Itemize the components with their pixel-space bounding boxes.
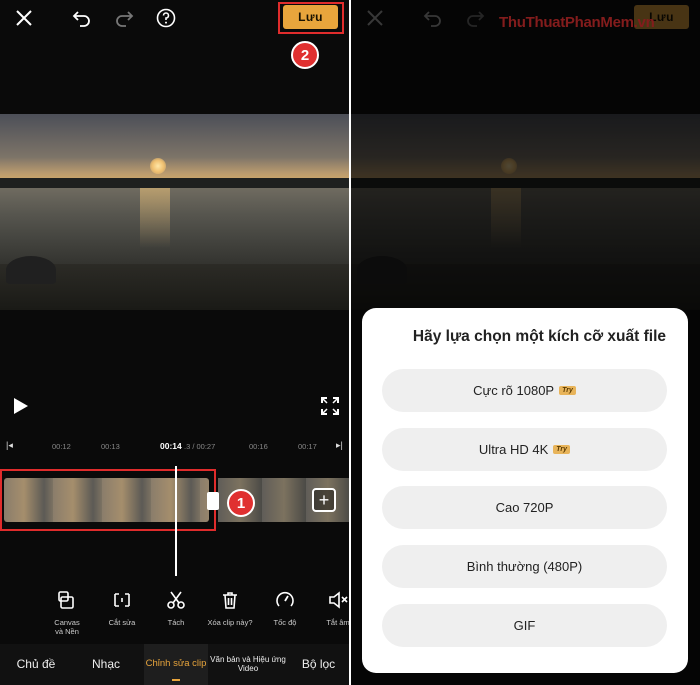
- tool-label: Cắt sửa: [108, 618, 136, 627]
- bottom-nav: Chủ đề Nhạc Chỉnh sửa clip Văn bản và Hi…: [0, 644, 349, 685]
- try-badge: Try: [559, 386, 576, 395]
- tool-delete[interactable]: Xóa clip này?: [200, 590, 260, 627]
- step-badge-1: 1: [227, 489, 255, 517]
- nav-theme[interactable]: Chủ đề: [0, 644, 72, 685]
- nav-filter[interactable]: Bộ lọc: [288, 644, 349, 685]
- option-1080p[interactable]: Cực rõ 1080P Try: [382, 369, 667, 412]
- help-icon[interactable]: [154, 6, 178, 30]
- ruler-tick: 00:16: [249, 442, 268, 451]
- clip-trim-handle[interactable]: [207, 492, 219, 510]
- option-gif[interactable]: GIF: [382, 604, 667, 647]
- sheet-title: Hãy lựa chọn một kích cỡ xuất file: [412, 328, 666, 345]
- export-size-sheet: Hãy lựa chọn một kích cỡ xuất file Cực r…: [362, 308, 688, 673]
- sun: [150, 158, 166, 174]
- option-4k[interactable]: Ultra HD 4K Try: [382, 428, 667, 471]
- tool-label: Xóa clip này?: [207, 618, 253, 627]
- option-720p[interactable]: Cao 720P: [382, 486, 667, 529]
- sun-glint: [140, 188, 170, 248]
- tool-label: Tốc độ: [273, 618, 297, 627]
- clip-highlight-box: [0, 469, 216, 531]
- water: [0, 188, 349, 274]
- undo-icon[interactable]: [70, 6, 94, 30]
- scissors-icon: [166, 590, 186, 615]
- tool-mute[interactable]: Tắt âm: [308, 590, 349, 627]
- current-time: 00:14: [160, 441, 182, 451]
- try-badge: Try: [553, 445, 571, 454]
- tool-split[interactable]: Tách: [146, 590, 206, 627]
- option-label: GIF: [513, 618, 536, 633]
- timeline-ruler[interactable]: |◂ 00:12 00:13 00:14 .3 / 00:27 00:16 00…: [0, 438, 349, 454]
- total-time: .3 / 00:27: [184, 442, 216, 451]
- ruler-tick: 00:17: [298, 442, 317, 451]
- add-clip-button[interactable]: +: [312, 488, 336, 512]
- nav-edit-clip[interactable]: Chỉnh sửa clip: [144, 644, 208, 685]
- speed-icon: [275, 590, 295, 615]
- shoreline: [0, 178, 349, 188]
- save-highlight-box: [278, 2, 344, 34]
- nav-label: Văn bản và Hiệu ứng Video: [210, 654, 286, 673]
- option-label: Bình thường (480P): [466, 559, 583, 574]
- fullscreen-icon[interactable]: [320, 396, 340, 416]
- nav-music[interactable]: Nhạc: [72, 644, 140, 685]
- tool-label: Tách: [167, 618, 185, 627]
- ruler-tick: 00:13: [101, 442, 120, 451]
- skip-start-icon[interactable]: |◂: [6, 440, 13, 451]
- ruler-tick: 00:12: [52, 442, 71, 451]
- option-480p[interactable]: Bình thường (480P): [382, 545, 667, 588]
- nav-label: Chỉnh sửa clip: [145, 658, 207, 670]
- option-label: Cực rõ 1080P: [473, 383, 555, 398]
- mute-icon: [328, 590, 348, 615]
- redo-icon[interactable]: [112, 6, 136, 30]
- clip-tools-row: Canvas và Nền Cắt sửa Tách Xóa clip này? …: [40, 590, 349, 640]
- tool-label: Canvas và Nền: [54, 618, 80, 636]
- editor-panel: Lưu 2 |◂ 00:12 00:13 00:14 .3 / 00:27 00…: [0, 0, 349, 685]
- tool-speed[interactable]: Tốc độ: [255, 590, 315, 627]
- tool-canvas[interactable]: Canvas và Nền: [37, 590, 97, 636]
- option-label: Ultra HD 4K: [478, 442, 549, 457]
- option-label: Cao 720P: [495, 500, 554, 515]
- nav-text-effects[interactable]: Văn bản và Hiệu ứng Video: [208, 644, 288, 685]
- export-panel: Lưu ThuThuatPhanMem.vn Hãy lựa chọn một …: [351, 0, 700, 685]
- step-badge-2: 2: [291, 41, 319, 69]
- playhead[interactable]: [175, 466, 177, 576]
- active-indicator: [172, 679, 180, 681]
- play-icon[interactable]: [10, 396, 30, 416]
- tool-label: Tắt âm: [326, 618, 349, 627]
- video-preview[interactable]: [0, 114, 349, 310]
- trim-icon: [112, 590, 132, 615]
- tool-trim[interactable]: Cắt sửa: [92, 590, 152, 627]
- skip-end-icon[interactable]: ▸|: [336, 440, 343, 451]
- rock: [6, 256, 56, 284]
- canvas-icon: [57, 590, 77, 615]
- close-icon[interactable]: [12, 6, 36, 30]
- trash-icon: [220, 590, 240, 615]
